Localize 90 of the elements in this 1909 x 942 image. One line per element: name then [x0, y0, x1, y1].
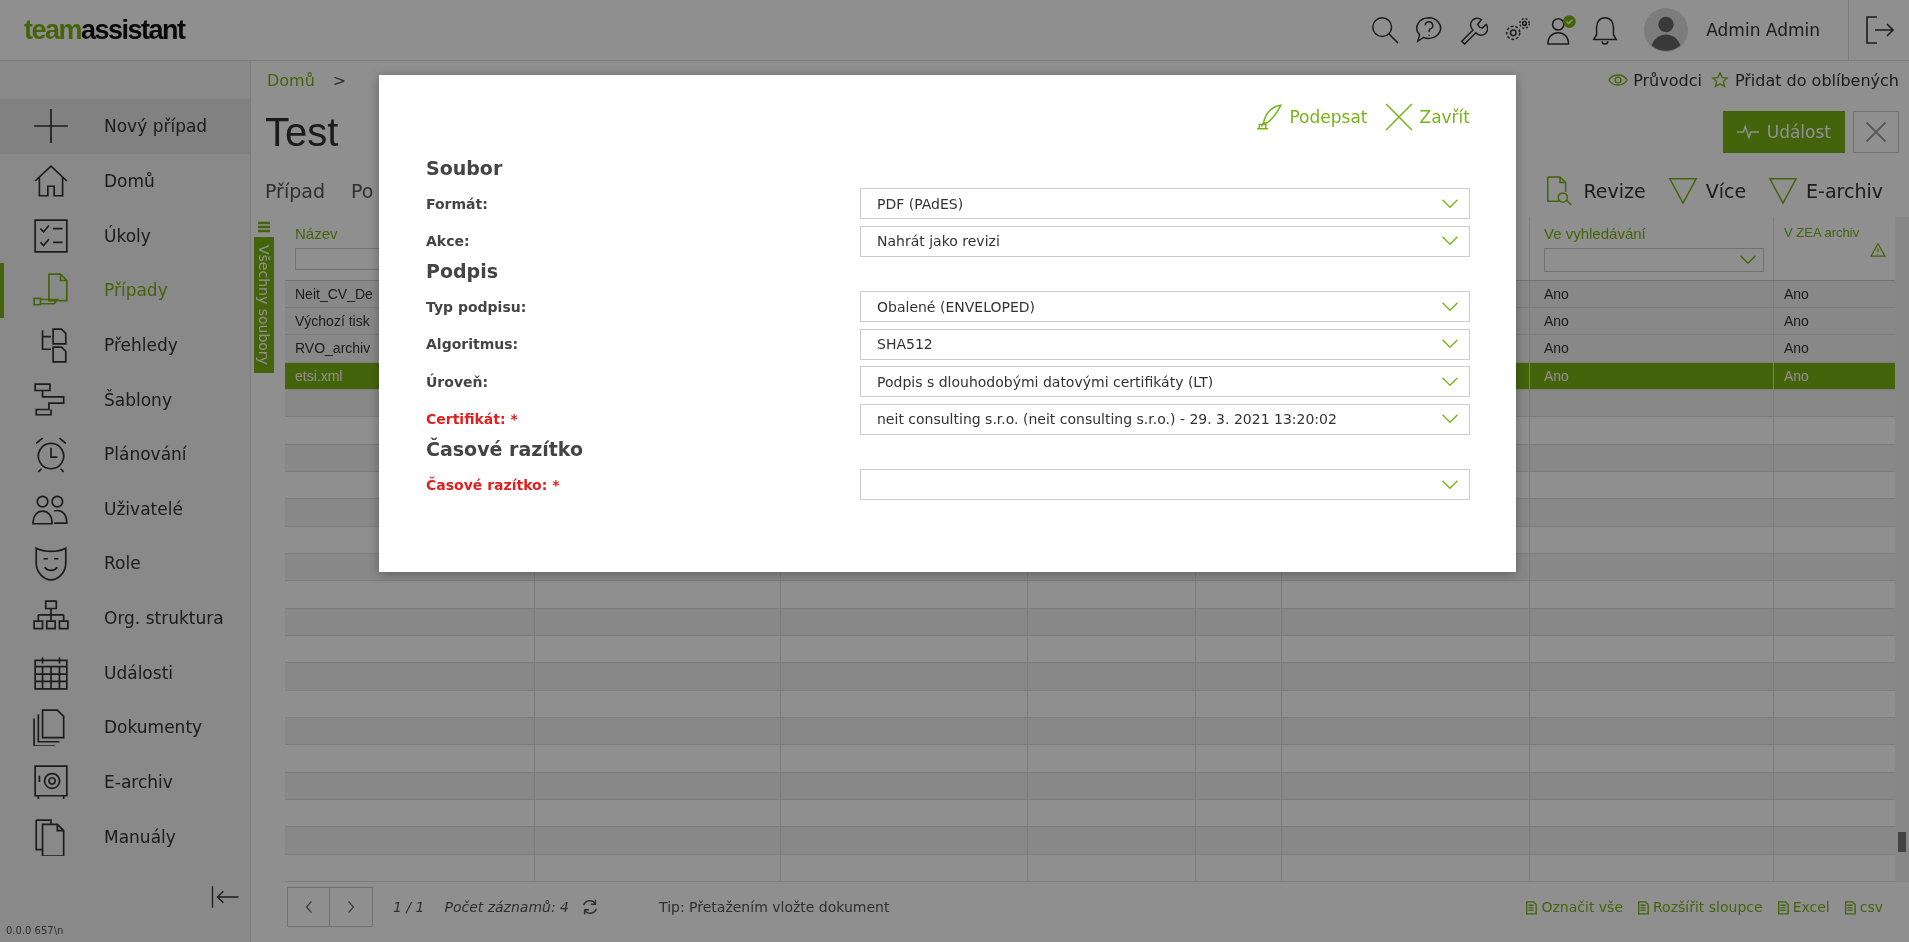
- add-favorite-link[interactable]: Přidat do oblíbených: [1709, 70, 1899, 90]
- table-cell: Výchozí tisk: [295, 313, 370, 330]
- dropdown-field[interactable]: [860, 469, 1470, 501]
- section-heading: Podpis: [426, 260, 499, 282]
- chevron-down-icon: [1441, 339, 1459, 350]
- close-icon: [1864, 120, 1888, 144]
- toolbar-button[interactable]: E-archiv: [1768, 175, 1883, 207]
- wrench-icon[interactable]: [1458, 15, 1489, 45]
- field-label: Certifikát: *: [426, 411, 519, 428]
- sidebar-item[interactable]: Plánování: [0, 426, 250, 482]
- document-icon: [1843, 899, 1856, 915]
- field-label: Úroveň:: [426, 373, 490, 390]
- plus-icon: [32, 107, 70, 146]
- table-cell: Ano: [1784, 313, 1809, 330]
- scrollbar-thumb[interactable]: [1898, 832, 1906, 852]
- sidebar-item[interactable]: Přehledy: [0, 317, 250, 373]
- chevron-down-icon: [1441, 414, 1459, 425]
- sidebar-item[interactable]: Události: [0, 645, 250, 701]
- table-cell: Ano: [1784, 340, 1809, 357]
- toolbar-button[interactable]: Více: [1667, 175, 1747, 207]
- sidebar-item[interactable]: Org. struktura: [0, 590, 250, 646]
- dropdown-field[interactable]: neit consulting s.r.o. (neit consulting s.r.o.) - 29. 3. 2021 13:20:02: [860, 403, 1470, 435]
- field-label: Časové razítko: *: [426, 476, 561, 493]
- chevron-down-icon: [1441, 301, 1459, 312]
- table-cell: Ano: [1544, 340, 1569, 357]
- triangle-icon: [1768, 175, 1799, 207]
- table-cell: Ano: [1784, 367, 1809, 384]
- tab[interactable]: Po: [351, 180, 374, 202]
- record-count: Počet záznamů: 4: [444, 899, 569, 915]
- page-indicator: 1 / 1: [393, 899, 425, 915]
- chevron-down-icon: [1441, 236, 1459, 247]
- chevron-right-icon: [347, 900, 355, 914]
- page-title: Test: [265, 109, 339, 155]
- chevron-left-icon: [304, 900, 313, 914]
- section-heading: Soubor: [426, 157, 504, 179]
- field-label: Typ podpisu:: [426, 298, 528, 315]
- field-label: Algoritmus:: [426, 336, 520, 353]
- table-cell: RVO_archiv: [295, 340, 371, 357]
- sidebar-item[interactable]: Úkoly: [0, 208, 250, 263]
- chevron-down-icon: [1441, 198, 1459, 209]
- search-icon[interactable]: [1370, 15, 1401, 45]
- sidebar-item[interactable]: Uživatelé: [0, 481, 250, 537]
- sign-link[interactable]: Podepsat: [1255, 103, 1368, 131]
- pulse-icon: [1736, 124, 1759, 140]
- dropdown-field[interactable]: Podpis s dlouhodobými datovými certifikáty (LT): [860, 366, 1470, 398]
- table-cell: Ano: [1544, 285, 1569, 302]
- eye-icon: [1608, 72, 1629, 88]
- user-check-icon[interactable]: [1546, 15, 1577, 45]
- sidebar-item[interactable]: Role: [0, 536, 250, 591]
- toolbar-button[interactable]: Revize: [1545, 175, 1646, 207]
- sidebar-item[interactable]: Šablony: [0, 372, 250, 427]
- logo: teamassistant: [24, 14, 185, 46]
- table-cell: Neit_CV_De: [295, 285, 373, 302]
- chevron-down-icon: [1441, 376, 1459, 387]
- sidebar-item[interactable]: Manuály: [0, 809, 250, 864]
- dropdown-field[interactable]: Nahrát jako revizi: [860, 225, 1470, 257]
- sidebar-item[interactable]: Nový případ: [0, 99, 250, 154]
- user-name[interactable]: Admin Admin: [1706, 20, 1820, 40]
- close-icon: [1385, 103, 1414, 131]
- star-icon: [1709, 72, 1730, 88]
- sidebar-item[interactable]: Domů: [0, 153, 250, 209]
- tip-text: Tip: Přetažením vložte dokument: [659, 899, 890, 915]
- guides-link[interactable]: Průvodci: [1608, 70, 1702, 90]
- collapse-sidebar-icon[interactable]: [210, 883, 240, 910]
- dropdown-field[interactable]: Obalené (ENVELOPED): [860, 291, 1470, 323]
- sidebar-item[interactable]: Dokumenty: [0, 700, 250, 755]
- quill-pen-icon: [1255, 103, 1284, 131]
- masks-icon: [32, 544, 70, 583]
- dropdown-field[interactable]: SHA512: [860, 328, 1470, 360]
- dropdown-field[interactable]: PDF (PAdES): [860, 188, 1470, 220]
- chevron-down-icon: [1441, 479, 1459, 490]
- sidebar-item[interactable]: E-archiv: [0, 754, 250, 810]
- tab[interactable]: Případ: [265, 180, 325, 202]
- chevron-down-icon: [1739, 255, 1757, 265]
- refresh-icon[interactable]: [581, 898, 599, 916]
- close-link[interactable]: Zavřít: [1385, 103, 1470, 131]
- section-heading: Časové razítko: [426, 438, 585, 460]
- table-cell: Ano: [1544, 367, 1569, 384]
- safe-icon: [32, 763, 70, 801]
- table-cell: Ano: [1784, 285, 1809, 302]
- table-cell: Ano: [1544, 313, 1569, 330]
- checklist-icon: [32, 216, 70, 255]
- avatar-icon[interactable]: [1644, 8, 1689, 52]
- breadcrumb-separator: >: [332, 70, 347, 90]
- field-label: Akce:: [426, 233, 471, 250]
- warning-icon: [1870, 243, 1886, 257]
- triangle-icon: [1667, 175, 1698, 207]
- version-text: 0.0.0 657\n: [6, 925, 64, 937]
- table-cell: etsi.xml: [295, 367, 343, 384]
- field-label: Formát:: [426, 195, 489, 212]
